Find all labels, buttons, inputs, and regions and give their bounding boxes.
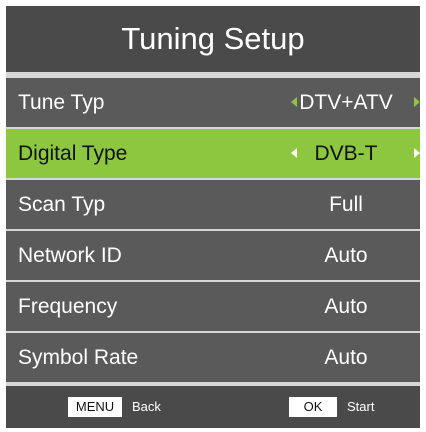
menu-key[interactable]: MENU	[68, 397, 122, 417]
menu-key-action: Back	[132, 399, 161, 414]
menu-row-digital-type[interactable]: Digital Type DVB-T	[6, 129, 420, 178]
menu-label: Scan Typ	[18, 193, 106, 216]
menu-value: DVB-T	[314, 142, 378, 165]
menu-row-scan-type[interactable]: Scan Typ Full	[6, 180, 420, 229]
page-title: Tuning Setup	[6, 6, 420, 72]
menu-row-network-id[interactable]: Network ID Auto	[6, 231, 420, 280]
menu-label: Tune Typ	[18, 91, 105, 114]
arrow-right-icon[interactable]	[414, 97, 420, 107]
ok-key[interactable]: OK	[289, 397, 337, 417]
menu-row-symbol-rate[interactable]: Symbol Rate Auto	[6, 333, 420, 382]
menu-label: Digital Type	[18, 142, 128, 165]
menu-value: Auto	[324, 244, 368, 267]
tuning-setup-panel: Tuning Setup Tune Typ DTV+ATV Digital Ty…	[6, 6, 420, 428]
footer-bar: MENU Back OK Start	[6, 386, 420, 428]
menu-value: DTV+ATV	[299, 91, 393, 114]
menu-value: Auto	[324, 295, 368, 318]
menu-row-tune-type[interactable]: Tune Typ DTV+ATV	[6, 78, 420, 127]
menu-label: Network ID	[18, 244, 122, 267]
menu-label: Frequency	[18, 295, 118, 318]
menu-value: Auto	[324, 346, 368, 369]
ok-key-action: Start	[347, 399, 375, 414]
arrow-right-icon[interactable]	[414, 148, 420, 158]
menu-row-frequency[interactable]: Frequency Auto	[6, 282, 420, 331]
menu-label: Symbol Rate	[18, 346, 139, 369]
menu-value: Full	[329, 193, 363, 216]
